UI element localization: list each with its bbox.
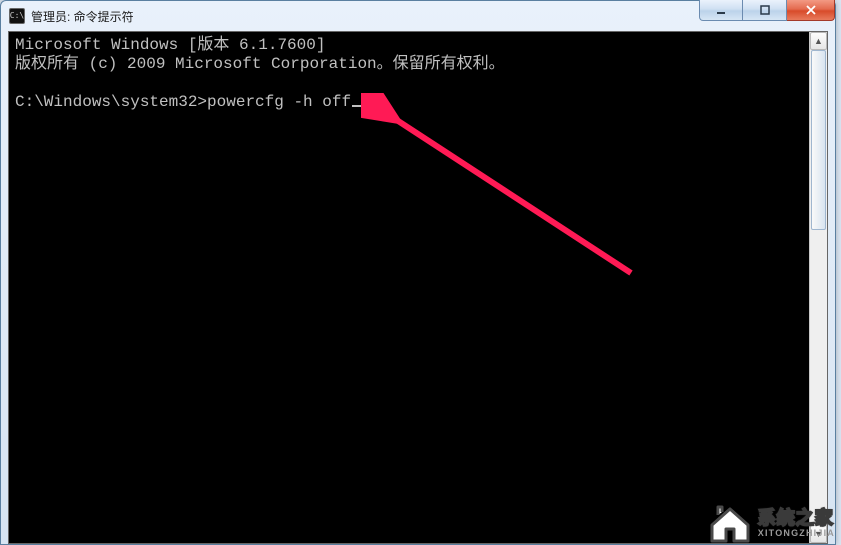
command-prompt-window: C:\ 管理员: 命令提示符 Microsoft Windows [版本 6.1…: [0, 0, 836, 545]
titlebar[interactable]: C:\ 管理员: 命令提示符: [1, 1, 835, 31]
chevron-down-icon: ▼: [814, 530, 823, 539]
minimize-icon: [715, 4, 727, 16]
close-icon: [805, 4, 817, 16]
close-button[interactable]: [787, 0, 835, 21]
console-line-2: 版权所有 (c) 2009 Microsoft Corporation。保留所有…: [15, 55, 505, 73]
chevron-up-icon: ▲: [814, 37, 823, 46]
cmd-icon: C:\: [9, 8, 25, 24]
minimize-button[interactable]: [699, 0, 743, 21]
cursor-icon: [352, 105, 361, 107]
console-line-1: Microsoft Windows [版本 6.1.7600]: [15, 36, 325, 54]
client-area: Microsoft Windows [版本 6.1.7600] 版权所有 (c)…: [8, 31, 828, 544]
maximize-icon: [759, 4, 771, 16]
vertical-scrollbar[interactable]: ▲ ▼: [809, 32, 827, 543]
maximize-button[interactable]: [743, 0, 787, 21]
console-command: powercfg -h off: [207, 93, 351, 111]
scroll-up-button[interactable]: ▲: [810, 32, 827, 50]
scroll-thumb[interactable]: [811, 50, 826, 230]
window-title: 管理员: 命令提示符: [31, 8, 134, 25]
console-output[interactable]: Microsoft Windows [版本 6.1.7600] 版权所有 (c)…: [9, 32, 827, 543]
console-prompt: C:\Windows\system32>: [15, 93, 207, 111]
scroll-track[interactable]: [810, 50, 827, 525]
scroll-down-button[interactable]: ▼: [810, 525, 827, 543]
window-controls: [699, 0, 835, 21]
